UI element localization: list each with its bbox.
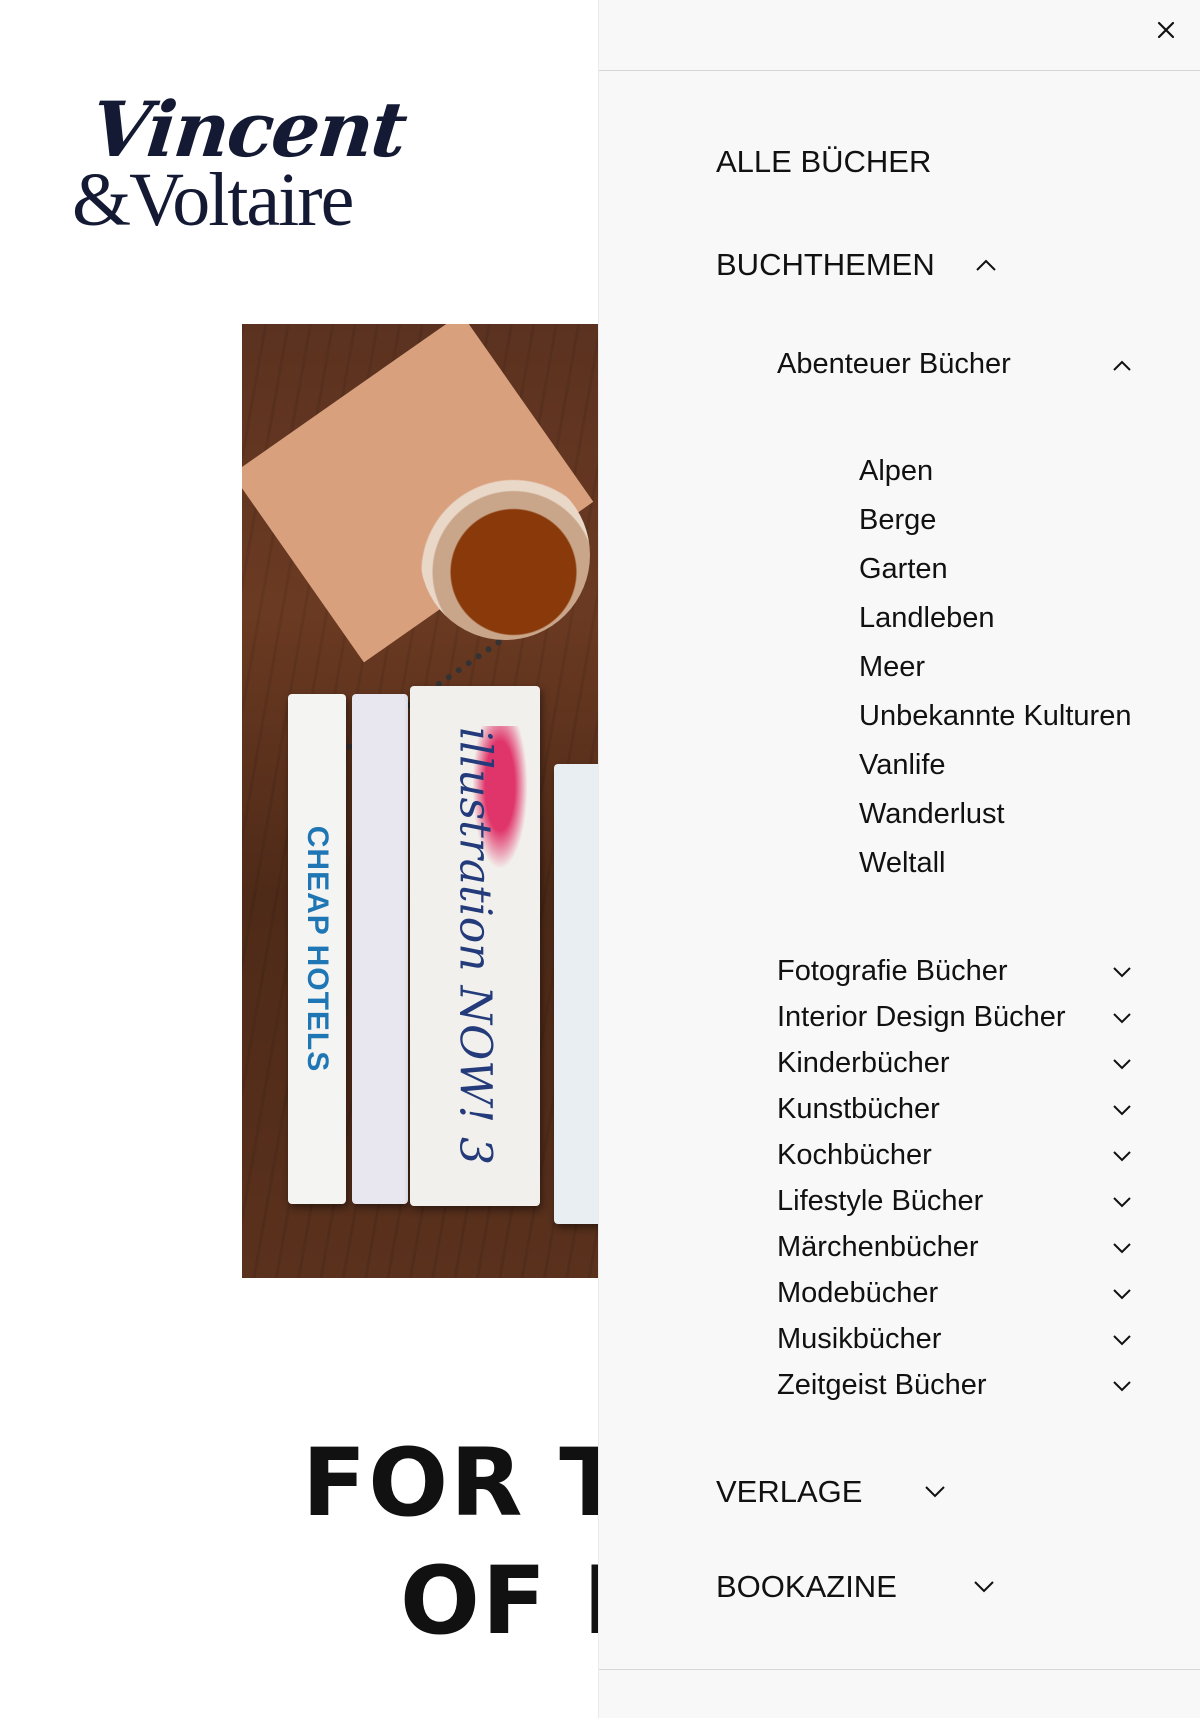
nav-sub-item-berge[interactable]: Berge [859,504,936,537]
nav-category-label: Modebücher [777,1277,939,1309]
nav-bookazine-label: BOOKAZINE [716,1569,897,1604]
nav-category-kochbuecher[interactable]: Kochbücher [777,1139,1132,1172]
close-button[interactable] [1146,10,1186,50]
chevron-down-icon [1112,1242,1132,1254]
nav-category-label: Kinderbücher [777,1047,950,1079]
nav-sub-item-weltall[interactable]: Weltall [859,847,946,880]
drawer-divider [599,1669,1200,1670]
nav-abenteuer-buecher[interactable]: Abenteuer Bücher [777,348,1132,381]
nav-category-fotografie[interactable]: Fotografie Bücher [777,955,1132,988]
nav-alle-buecher[interactable]: ALLE BÜCHER [716,144,931,180]
nav-verlage-label: VERLAGE [716,1474,863,1509]
close-icon [1157,21,1175,39]
book-cheap-hotels: CHEAP HOTELS [288,694,346,1204]
chevron-down-icon [1112,1150,1132,1162]
book-illustration-now: illustration NOW! 3 [410,686,540,1206]
nav-verlage[interactable]: VERLAGE [716,1474,946,1510]
nav-sub-item-wanderlust[interactable]: Wanderlust [859,798,1005,831]
book-spine-2 [352,694,408,1204]
chevron-down-icon [1112,1104,1132,1116]
nav-category-modebuecher[interactable]: Modebücher [777,1277,1132,1310]
chevron-down-icon [1112,966,1132,978]
chevron-down-icon [973,1580,995,1594]
chevron-up-icon [975,258,997,272]
chevron-down-icon [1112,1288,1132,1300]
book-spine-title: CHEAP HOTELS [301,825,334,1073]
nav-sub-item-landleben[interactable]: Landleben [859,602,994,635]
logo-line-1: Vincent [87,85,410,174]
chevron-down-icon [1112,1196,1132,1208]
nav-sub-item-vanlife[interactable]: Vanlife [859,749,946,782]
nav-category-lifestyle[interactable]: Lifestyle Bücher [777,1185,1132,1218]
nav-category-kinderbuecher[interactable]: Kinderbücher [777,1047,1132,1080]
nav-buchthemen[interactable]: BUCHTHEMEN [716,247,997,283]
hero-photo: CHEAP HOTELS illustration NOW! 3 [242,324,602,1278]
logo-line-2: &Voltaire [72,158,354,242]
whisky-glass-shape [420,470,590,640]
nav-category-label: Interior Design Bücher [777,1001,1066,1033]
chevron-down-icon [924,1485,946,1499]
nav-buchthemen-label: BUCHTHEMEN [716,247,935,282]
drawer-header [599,0,1200,71]
nav-category-label: Kochbücher [777,1139,932,1171]
nav-category-label: Zeitgeist Bücher [777,1369,987,1401]
nav-category-label: Märchenbücher [777,1231,979,1263]
nav-category-label: Lifestyle Bücher [777,1185,984,1217]
nav-category-label: Musikbücher [777,1323,942,1355]
nav-sub-item-alpen[interactable]: Alpen [859,455,933,488]
nav-abenteuer-buecher-label: Abenteuer Bücher [777,348,1011,380]
nav-category-interior-design[interactable]: Interior Design Bücher [777,1001,1132,1034]
nav-category-label: Kunstbücher [777,1093,940,1125]
chevron-down-icon [1112,1058,1132,1070]
nav-category-musikbuecher[interactable]: Musikbücher [777,1323,1132,1356]
book-spine-title: illustration NOW! 3 [449,726,501,1166]
nav-category-maerchenbuecher[interactable]: Märchenbücher [777,1231,1132,1264]
chevron-down-icon [1112,1334,1132,1346]
chevron-down-icon [1112,1012,1132,1024]
chevron-up-icon [1112,359,1132,371]
nav-bookazine[interactable]: BOOKAZINE [716,1569,995,1605]
nav-sub-item-meer[interactable]: Meer [859,651,925,684]
nav-sub-item-garten[interactable]: Garten [859,553,948,586]
brand-logo[interactable]: Vincent &Voltaire [72,85,409,242]
book-spine-4 [554,764,602,1224]
nav-category-kunstbuecher[interactable]: Kunstbücher [777,1093,1132,1126]
chevron-down-icon [1112,1380,1132,1392]
nav-category-label: Fotografie Bücher [777,955,1008,987]
navigation-drawer: ALLE BÜCHER BUCHTHEMEN Abenteuer Bücher … [598,0,1200,1718]
nav-category-zeitgeist[interactable]: Zeitgeist Bücher [777,1369,1132,1402]
nav-sub-item-unbekannte-kulturen[interactable]: Unbekannte Kulturen [859,700,1131,733]
